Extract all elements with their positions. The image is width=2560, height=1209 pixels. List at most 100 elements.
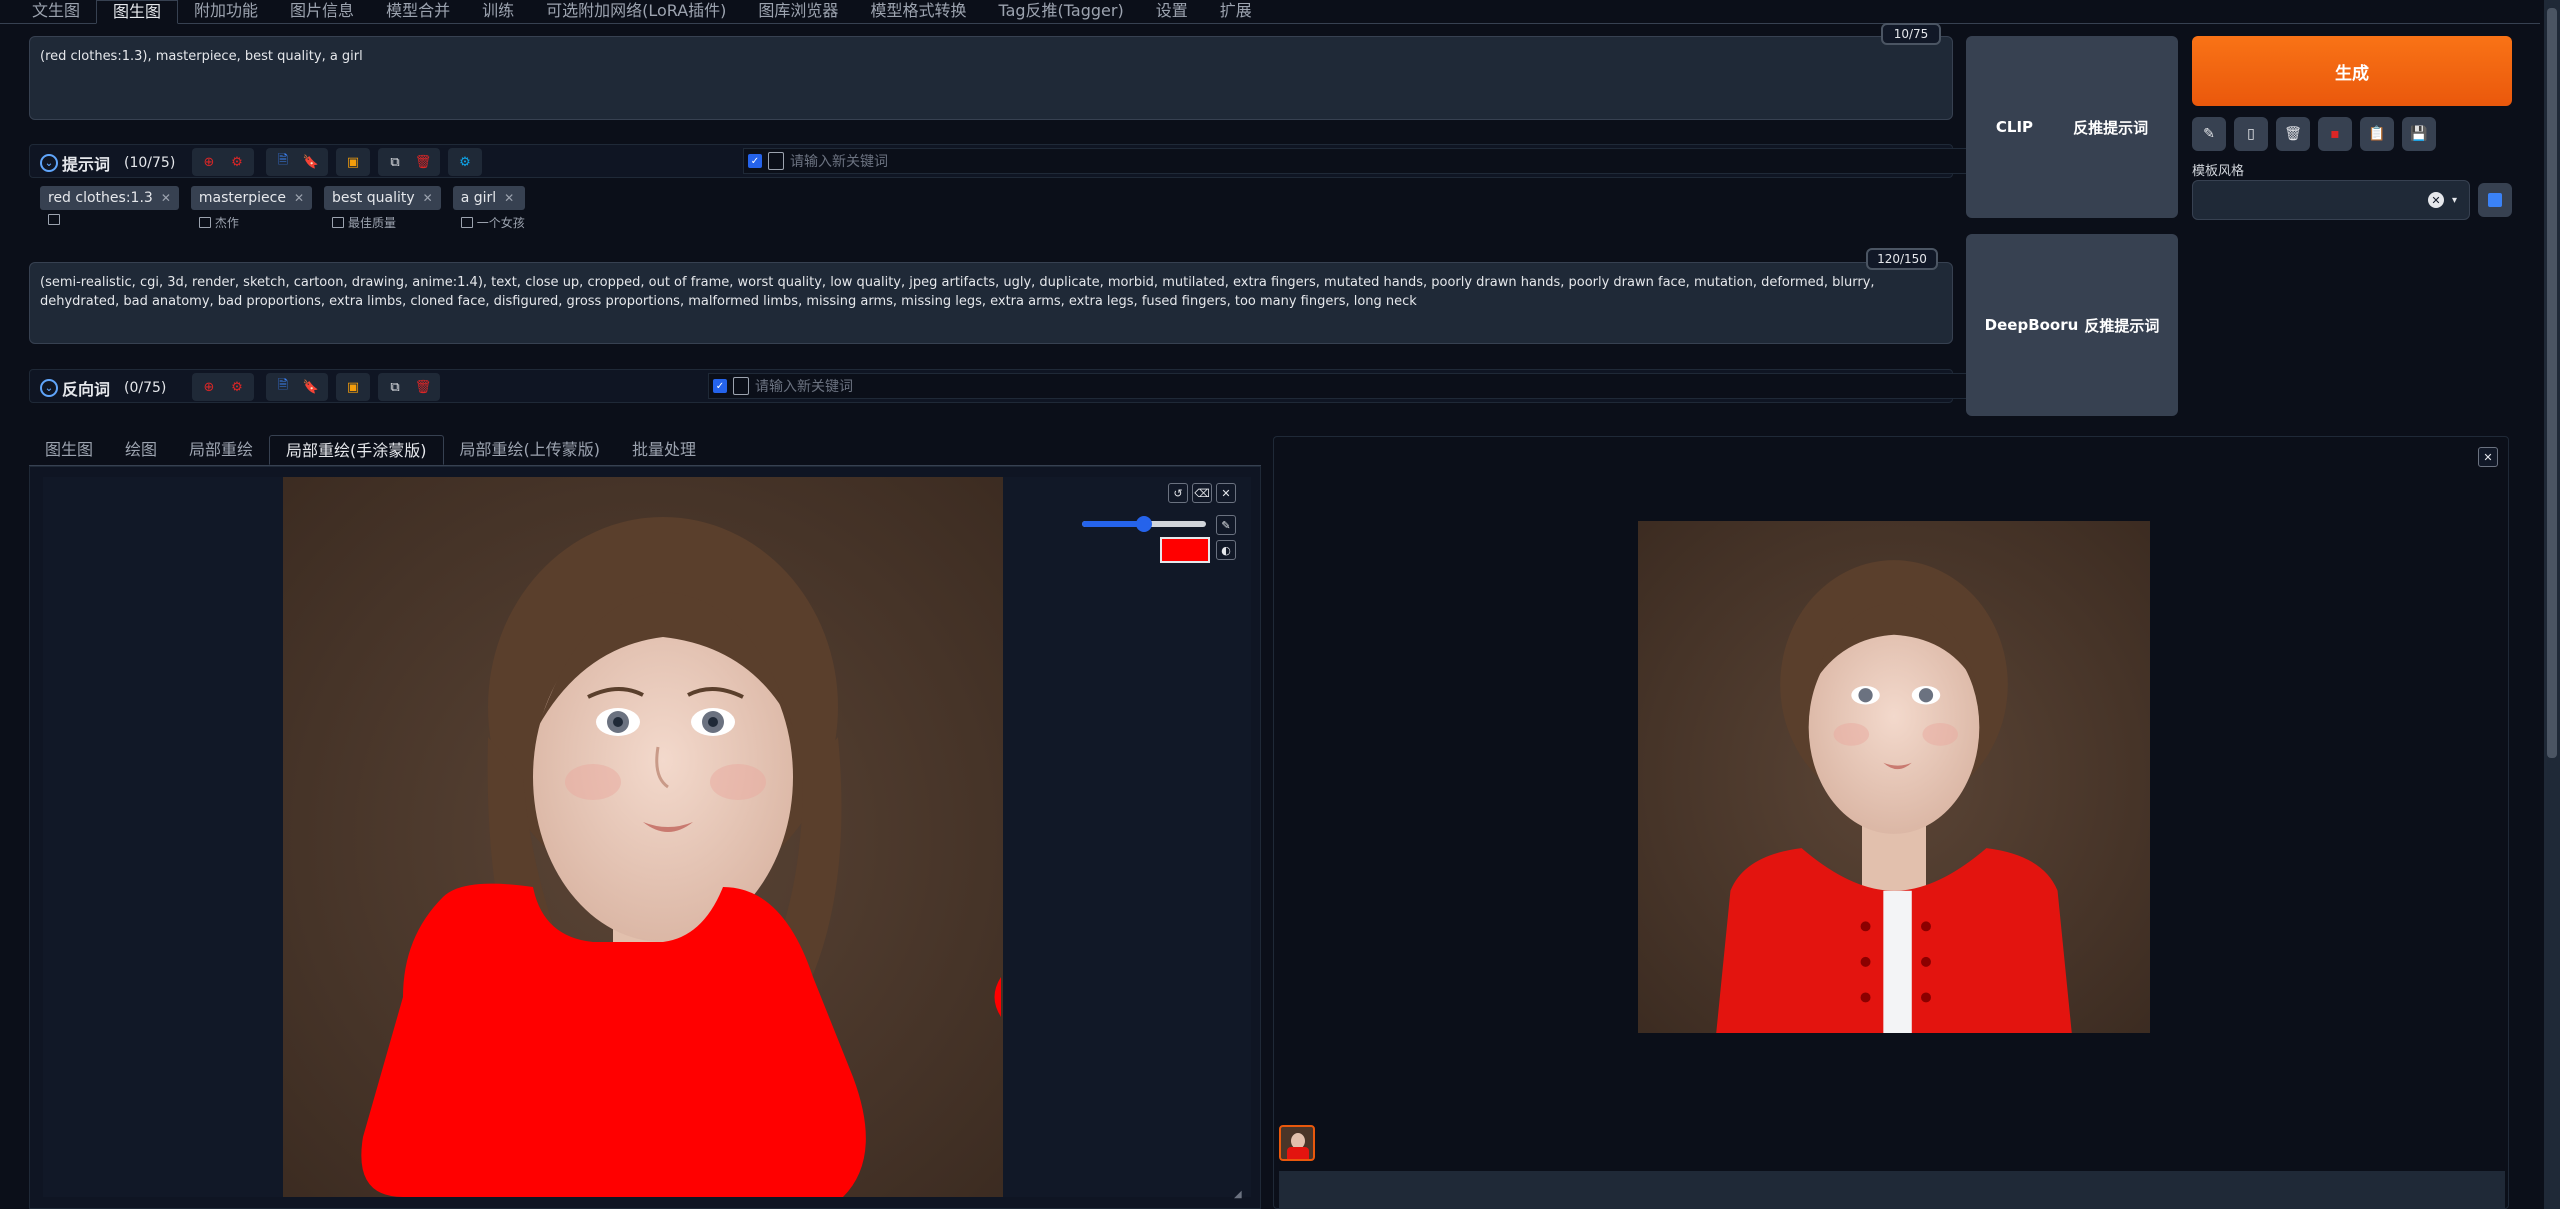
clipboard-icon[interactable]: 📋 (2360, 117, 2394, 151)
remove-icon[interactable]: ✕ (161, 186, 171, 210)
inpaint-canvas-panel: ↺ ⌫ ✕ ✎ ◐ ◢ (29, 466, 1261, 1209)
trash-icon[interactable]: 🗑 (2276, 117, 2310, 151)
translate-icon[interactable]: 🗎 (271, 151, 295, 173)
output-image[interactable] (1638, 521, 2150, 1033)
collapse-icon[interactable]: ⌄ (40, 379, 58, 397)
tag-chip[interactable]: masterpiece ✕ (190, 186, 313, 210)
tab-settings[interactable]: 设置 (1140, 0, 1204, 24)
chip-item: masterpiece ✕ 杰作 (190, 186, 313, 231)
deepbooru-action-label: 反推提示词 (2084, 316, 2160, 335)
tab-image-browser[interactable]: 图库浏览器 (742, 0, 854, 24)
edit-icon[interactable] (460, 217, 473, 228)
generate-button[interactable]: 生成 (2192, 36, 2512, 106)
tab-inpaint[interactable]: 局部重绘 (173, 435, 269, 465)
tab-model-converter[interactable]: 模型格式转换 (854, 0, 982, 24)
undo-icon[interactable]: ↺ (1168, 483, 1188, 503)
trash-icon[interactable]: 🗑 (411, 151, 435, 173)
brush-color-swatch[interactable] (1160, 537, 1210, 563)
prompt-keyword-input[interactable]: ✓ 请输入新关键词 (743, 148, 1971, 174)
copy-icon[interactable]: ⧉ (383, 151, 407, 173)
keyword-placeholder: 请输入新关键词 (755, 379, 853, 395)
translate-icon[interactable]: 🗎 (271, 376, 295, 398)
remove-icon[interactable]: ✕ (294, 186, 304, 210)
tab-tagger[interactable]: Tag反推(Tagger) (982, 0, 1139, 24)
tab-inpaint-sketch[interactable]: 局部重绘(手涂蒙版) (269, 435, 444, 465)
tag-chip[interactable]: red clothes:1.3 ✕ (40, 186, 179, 210)
random-icon[interactable]: ⊕ (197, 151, 221, 173)
save-icon[interactable]: 💾 (2402, 117, 2436, 151)
eraser-icon[interactable]: ⌫ (1192, 483, 1212, 503)
random-settings-icon[interactable]: ⚙ (225, 151, 249, 173)
clear-icon[interactable]: ✕ (2427, 192, 2444, 208)
close-icon[interactable]: ✕ (2478, 447, 2498, 467)
page-scrollbar[interactable] (2544, 0, 2560, 1209)
bookmark-icon[interactable]: 🔖 (299, 151, 323, 173)
gear-icon[interactable]: ⚙ (453, 151, 477, 173)
english-icon[interactable]: ▣ (341, 151, 365, 173)
edit-icon[interactable] (198, 217, 211, 228)
tab-batch[interactable]: 批量处理 (616, 435, 712, 465)
collapse-icon[interactable]: ⌄ (40, 154, 58, 172)
prompt-textarea[interactable]: (red clothes:1.3), masterpiece, best qua… (29, 36, 1953, 120)
random-icon[interactable]: ⊕ (197, 376, 221, 398)
scrollbar-thumb[interactable] (2547, 8, 2557, 758)
inpaint-image[interactable] (283, 477, 1003, 1197)
chip-label: red clothes:1.3 (48, 190, 153, 206)
clip-label: CLIP (1995, 118, 2034, 136)
action-button-row: ✎ ▯ 🗑 ▪ 📋 💾 (2192, 117, 2436, 151)
negative-en-group: ▣ (336, 373, 370, 401)
gallery-thumbnail[interactable] (1279, 1125, 1315, 1161)
edit-icon[interactable] (332, 217, 345, 228)
tab-checkpoint-merger[interactable]: 模型合并 (370, 0, 466, 24)
mode-toggle-icon[interactable] (768, 152, 784, 170)
inpaint-canvas[interactable] (43, 477, 1251, 1197)
page-icon[interactable]: ▯ (2234, 117, 2268, 151)
prompt-tags-title[interactable]: ⌄ 提示词 (10/75) (40, 151, 175, 175)
copy-icon[interactable]: ⧉ (383, 376, 407, 398)
image-mode-tabs: 图生图 绘图 局部重绘 局部重绘(手涂蒙版) 局部重绘(上传蒙版) 批量处理 (29, 434, 1261, 466)
brush-size-thumb[interactable] (1136, 516, 1152, 532)
tab-additional-networks[interactable]: 可选附加网络(LoRA插件) (530, 0, 742, 24)
pencil-icon[interactable]: ✎ (2192, 117, 2226, 151)
tab-extras[interactable]: 附加功能 (178, 0, 274, 24)
tab-sketch[interactable]: 绘图 (109, 435, 173, 465)
brush-size-slider[interactable] (1082, 516, 1206, 532)
tag-chip[interactable]: best quality ✕ (324, 186, 441, 210)
resize-handle-icon[interactable]: ◢ (1234, 1189, 1242, 1200)
deepbooru-interrogate-button[interactable]: DeepBooru 反推提示词 (1966, 234, 2178, 416)
palette-icon[interactable]: ◐ (1216, 540, 1236, 560)
negative-prompt-textarea[interactable]: (semi-realistic, cgi, 3d, render, sketch… (29, 262, 1953, 344)
edit-icon[interactable] (48, 214, 60, 225)
clip-interrogate-button[interactable]: CLIP 反推提示词 (1966, 36, 2178, 218)
tab-txt2img[interactable]: 文生图 (0, 0, 96, 24)
bookmark-icon[interactable]: 🔖 (299, 376, 323, 398)
remove-icon[interactable]: ✕ (504, 186, 514, 210)
enable-checkbox[interactable]: ✓ (713, 379, 727, 393)
tab-train[interactable]: 训练 (466, 0, 530, 24)
mode-toggle-icon[interactable] (733, 377, 749, 395)
chip-translation: 杰作 (191, 214, 312, 231)
refresh-button[interactable] (2478, 183, 2512, 217)
brush-size-fill (1082, 521, 1144, 527)
negative-keyword-input[interactable]: ✓ 请输入新关键词 (708, 373, 1971, 399)
chevron-down-icon[interactable]: ▾ (2452, 195, 2457, 206)
negative-tags-title[interactable]: ⌄ 反向词 (0/75) (40, 376, 166, 400)
trash-icon[interactable]: 🗑 (411, 376, 435, 398)
close-icon[interactable]: ✕ (1216, 483, 1236, 503)
tab-img2img[interactable]: 图生图 (96, 0, 179, 24)
negative-random-group: ⊕ ⚙ (192, 373, 254, 401)
english-icon[interactable]: ▣ (341, 376, 365, 398)
style-icon[interactable]: ▪ (2318, 117, 2352, 151)
tab-png-info[interactable]: 图片信息 (274, 0, 370, 24)
random-settings-icon[interactable]: ⚙ (225, 376, 249, 398)
tab-img2img-sub[interactable]: 图生图 (29, 435, 109, 465)
enable-checkbox[interactable]: ✓ (748, 154, 762, 168)
tag-chip[interactable]: a girl ✕ (452, 186, 525, 210)
chip-item: red clothes:1.3 ✕ (40, 186, 179, 231)
style-select[interactable]: ✕ ▾ (2192, 180, 2470, 220)
brush-icon[interactable]: ✎ (1216, 515, 1236, 535)
tab-inpaint-upload[interactable]: 局部重绘(上传蒙版) (444, 435, 617, 465)
tab-extensions[interactable]: 扩展 (1204, 0, 1268, 24)
chip-translation: 一个女孩 (453, 214, 525, 231)
remove-icon[interactable]: ✕ (423, 186, 433, 210)
